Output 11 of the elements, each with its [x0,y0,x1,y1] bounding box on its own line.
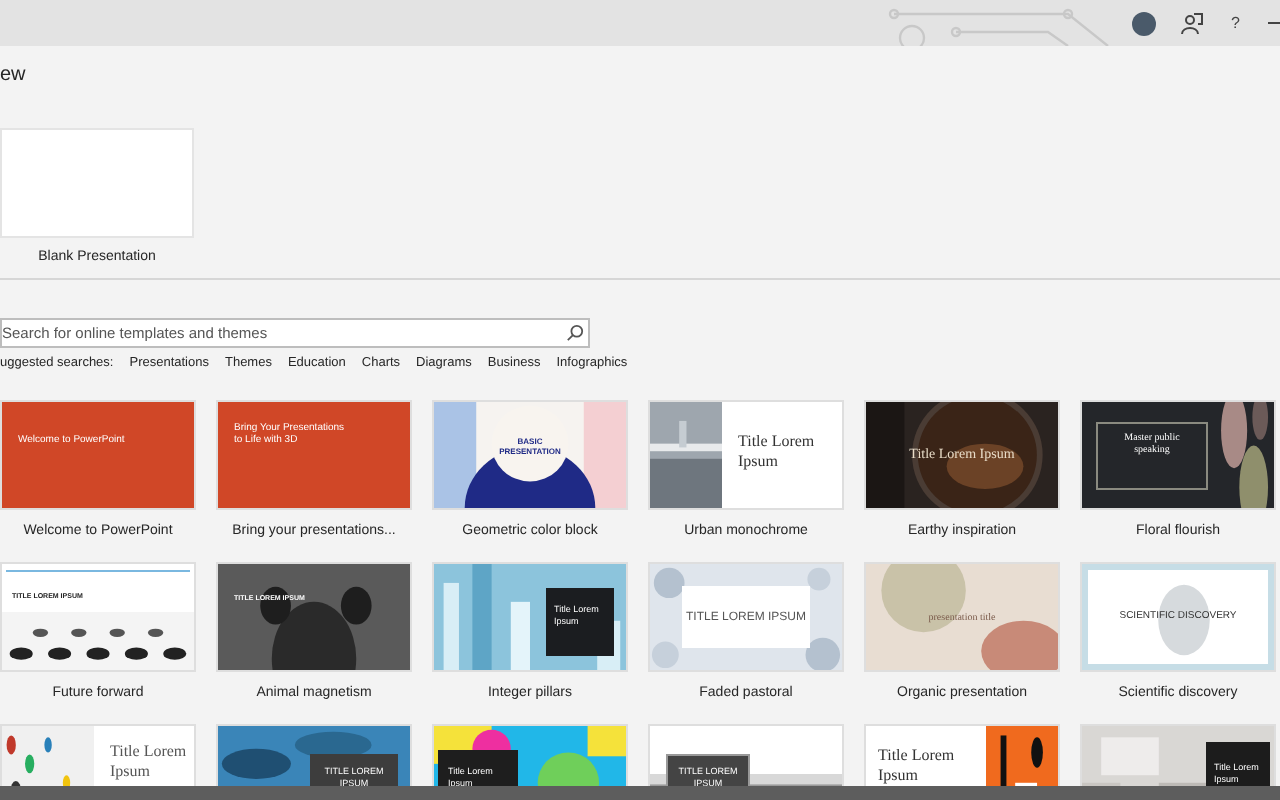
page-heading: ew [0,64,28,88]
blank-presentation-thumbnail[interactable] [0,128,194,238]
search-icon[interactable] [566,324,584,342]
minimize-icon[interactable] [1268,21,1280,25]
person-icon[interactable] [1179,11,1204,35]
avatar-icon[interactable] [1131,11,1156,35]
slide-title: Title Lorem Ipsum [738,432,817,472]
slide-title: Title Lorem Ipsum [110,742,189,782]
slide-title: Title Lorem Ipsum [878,746,957,786]
template-thumbnail[interactable]: Title Lorem Ipsum [648,400,844,510]
help-button[interactable]: ? [1227,11,1244,35]
